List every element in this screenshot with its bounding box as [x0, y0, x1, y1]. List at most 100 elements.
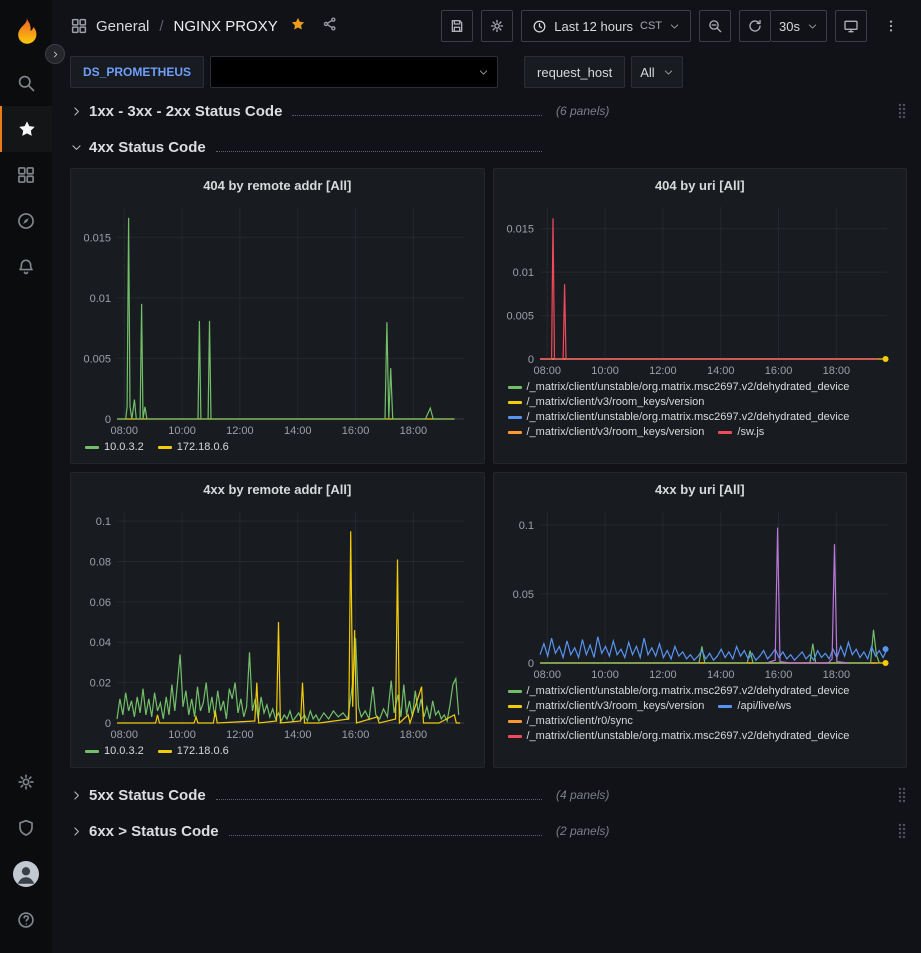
svg-text:0: 0	[105, 718, 111, 730]
legend-item[interactable]: 172.18.0.6	[158, 441, 229, 453]
legend-swatch	[508, 720, 522, 723]
legend-item[interactable]: 10.0.3.2	[85, 441, 144, 453]
breadcrumb: General / NGINX PROXY	[70, 16, 338, 37]
legend-item[interactable]: /_matrix/client/unstable/org.matrix.msc2…	[508, 685, 850, 697]
row-title: 1xx - 3xx - 2xx Status Code	[89, 103, 282, 120]
sidebar-item-admin[interactable]	[0, 805, 52, 851]
svg-text:18:00: 18:00	[822, 669, 850, 681]
sidebar-item-alerting[interactable]	[0, 244, 52, 290]
sidebar-item-help[interactable]	[0, 897, 52, 943]
panel-grid: 404 by remote addr [All] 08:0010:0012:00…	[70, 168, 907, 768]
tv-mode-button[interactable]	[835, 10, 867, 42]
svg-text:0.05: 0.05	[512, 589, 533, 601]
share-icon[interactable]	[322, 16, 338, 37]
dashboard-row-1xx-3xx-2xx[interactable]: 1xx - 3xx - 2xx Status Code (6 panels)	[70, 96, 907, 126]
panel-4xx-by-remote-addr: 4xx by remote addr [All] 08:0010:0012:00…	[70, 472, 485, 768]
row-title: 5xx Status Code	[89, 787, 206, 804]
kebab-menu-button[interactable]	[875, 10, 907, 42]
time-series-chart[interactable]: 08:0010:0012:0014:0016:0018:0000.0050.01…	[79, 199, 474, 439]
legend-item[interactable]: /sw.js	[718, 426, 764, 438]
panel-legend: /_matrix/client/unstable/org.matrix.msc2…	[502, 685, 899, 761]
svg-text:10:00: 10:00	[591, 365, 619, 377]
time-series-chart[interactable]: 08:0010:0012:0014:0016:0018:0000.050.1	[502, 503, 897, 683]
legend-label: /_matrix/client/unstable/org.matrix.msc2…	[527, 685, 850, 697]
svg-text:0.01: 0.01	[90, 293, 111, 305]
legend-item[interactable]: /_matrix/client/v3/room_keys/version	[508, 396, 705, 408]
dashboard-settings-button[interactable]	[481, 10, 513, 42]
grafana-logo[interactable]	[0, 8, 52, 52]
panel-404-by-remote-addr: 404 by remote addr [All] 08:0010:0012:00…	[70, 168, 485, 464]
dashboard-row-5xx[interactable]: 5xx Status Code (4 panels)	[70, 780, 907, 810]
datasource-variable-select[interactable]	[210, 56, 498, 88]
dashboard-row-6xx[interactable]: 6xx > Status Code (2 panels)	[70, 816, 907, 846]
legend-label: /_matrix/client/unstable/org.matrix.msc2…	[527, 730, 850, 742]
dashboard-row-4xx[interactable]: 4xx Status Code	[70, 132, 907, 162]
row-drag-handle[interactable]	[897, 102, 907, 120]
bell-icon	[16, 257, 36, 277]
request-host-variable-label: request_host	[524, 56, 625, 88]
legend-item[interactable]: /_matrix/client/v3/room_keys/version	[508, 700, 705, 712]
panel-404-by-uri: 404 by uri [All] 08:0010:0012:0014:0016:…	[493, 168, 908, 464]
legend-item[interactable]: /_matrix/client/unstable/org.matrix.msc2…	[508, 381, 850, 393]
compass-icon	[16, 211, 36, 231]
legend-swatch	[508, 386, 522, 389]
help-icon	[16, 910, 36, 930]
legend-label: /_matrix/client/unstable/org.matrix.msc2…	[527, 411, 850, 423]
sidebar-item-profile[interactable]	[0, 851, 52, 897]
sidebar-item-configuration[interactable]	[0, 759, 52, 805]
refresh-button[interactable]	[739, 10, 771, 42]
dashboard-body: 1xx - 3xx - 2xx Status Code (6 panels) 4…	[52, 92, 921, 953]
save-dashboard-button[interactable]	[441, 10, 473, 42]
user-avatar	[13, 861, 39, 887]
time-range-picker[interactable]: Last 12 hours CST	[521, 10, 691, 42]
panel-legend: 10.0.3.2 172.18.0.6	[79, 745, 476, 761]
dashboard-title[interactable]: NGINX PROXY	[174, 18, 278, 35]
chevron-down-icon	[669, 21, 680, 32]
legend-label: 10.0.3.2	[104, 441, 144, 453]
panel-title[interactable]: 404 by remote addr [All]	[79, 173, 476, 199]
search-icon	[16, 73, 36, 93]
chevron-down-icon	[70, 141, 83, 154]
panel-title[interactable]: 4xx by remote addr [All]	[79, 477, 476, 503]
panel-title[interactable]: 404 by uri [All]	[502, 173, 899, 199]
legend-item[interactable]: /_matrix/client/r0/sync	[508, 715, 633, 727]
row-drag-handle[interactable]	[897, 786, 907, 804]
breadcrumb-folder[interactable]: General	[96, 18, 149, 35]
time-series-chart[interactable]: 08:0010:0012:0014:0016:0018:0000.020.040…	[79, 503, 474, 743]
svg-text:12:00: 12:00	[649, 669, 677, 681]
save-icon	[449, 18, 465, 34]
legend-item[interactable]: /api/live/ws	[718, 700, 791, 712]
row-drag-handle[interactable]	[897, 822, 907, 840]
legend-label: /_matrix/client/v3/room_keys/version	[527, 426, 705, 438]
legend-item[interactable]: /_matrix/client/unstable/org.matrix.msc2…	[508, 411, 850, 423]
svg-text:0.1: 0.1	[518, 520, 533, 532]
svg-text:0.015: 0.015	[506, 224, 534, 236]
time-series-chart[interactable]: 08:0010:0012:0014:0016:0018:0000.0050.01…	[502, 199, 897, 379]
zoom-out-button[interactable]	[699, 10, 731, 42]
panel-title[interactable]: 4xx by uri [All]	[502, 477, 899, 503]
sidebar-expand-button[interactable]	[45, 44, 65, 64]
chevron-right-icon	[51, 50, 60, 59]
legend-item[interactable]: /_matrix/client/v3/room_keys/version	[508, 426, 705, 438]
sidebar-item-search[interactable]	[0, 60, 52, 106]
request-host-variable-select[interactable]: All	[631, 56, 682, 88]
svg-text:16:00: 16:00	[342, 425, 370, 437]
svg-text:0: 0	[105, 414, 111, 426]
sidebar-item-dashboards[interactable]	[0, 152, 52, 198]
favorite-star-icon[interactable]	[290, 16, 306, 37]
svg-text:0.08: 0.08	[90, 556, 111, 568]
svg-text:0.005: 0.005	[506, 311, 534, 323]
refresh-button-group: 30s	[739, 10, 827, 42]
legend-item[interactable]: 10.0.3.2	[85, 745, 144, 757]
svg-text:16:00: 16:00	[764, 669, 792, 681]
legend-label: /_matrix/client/v3/room_keys/version	[527, 396, 705, 408]
refresh-interval-dropdown[interactable]: 30s	[771, 10, 827, 42]
legend-item[interactable]: /_matrix/client/unstable/org.matrix.msc2…	[508, 730, 850, 742]
chevron-right-icon	[70, 789, 83, 802]
shield-icon	[16, 818, 36, 838]
svg-text:12:00: 12:00	[649, 365, 677, 377]
sidebar-item-starred[interactable]	[0, 106, 52, 152]
sidebar-item-explore[interactable]	[0, 198, 52, 244]
dashboards-grid-icon	[16, 165, 36, 185]
legend-item[interactable]: 172.18.0.6	[158, 745, 229, 757]
